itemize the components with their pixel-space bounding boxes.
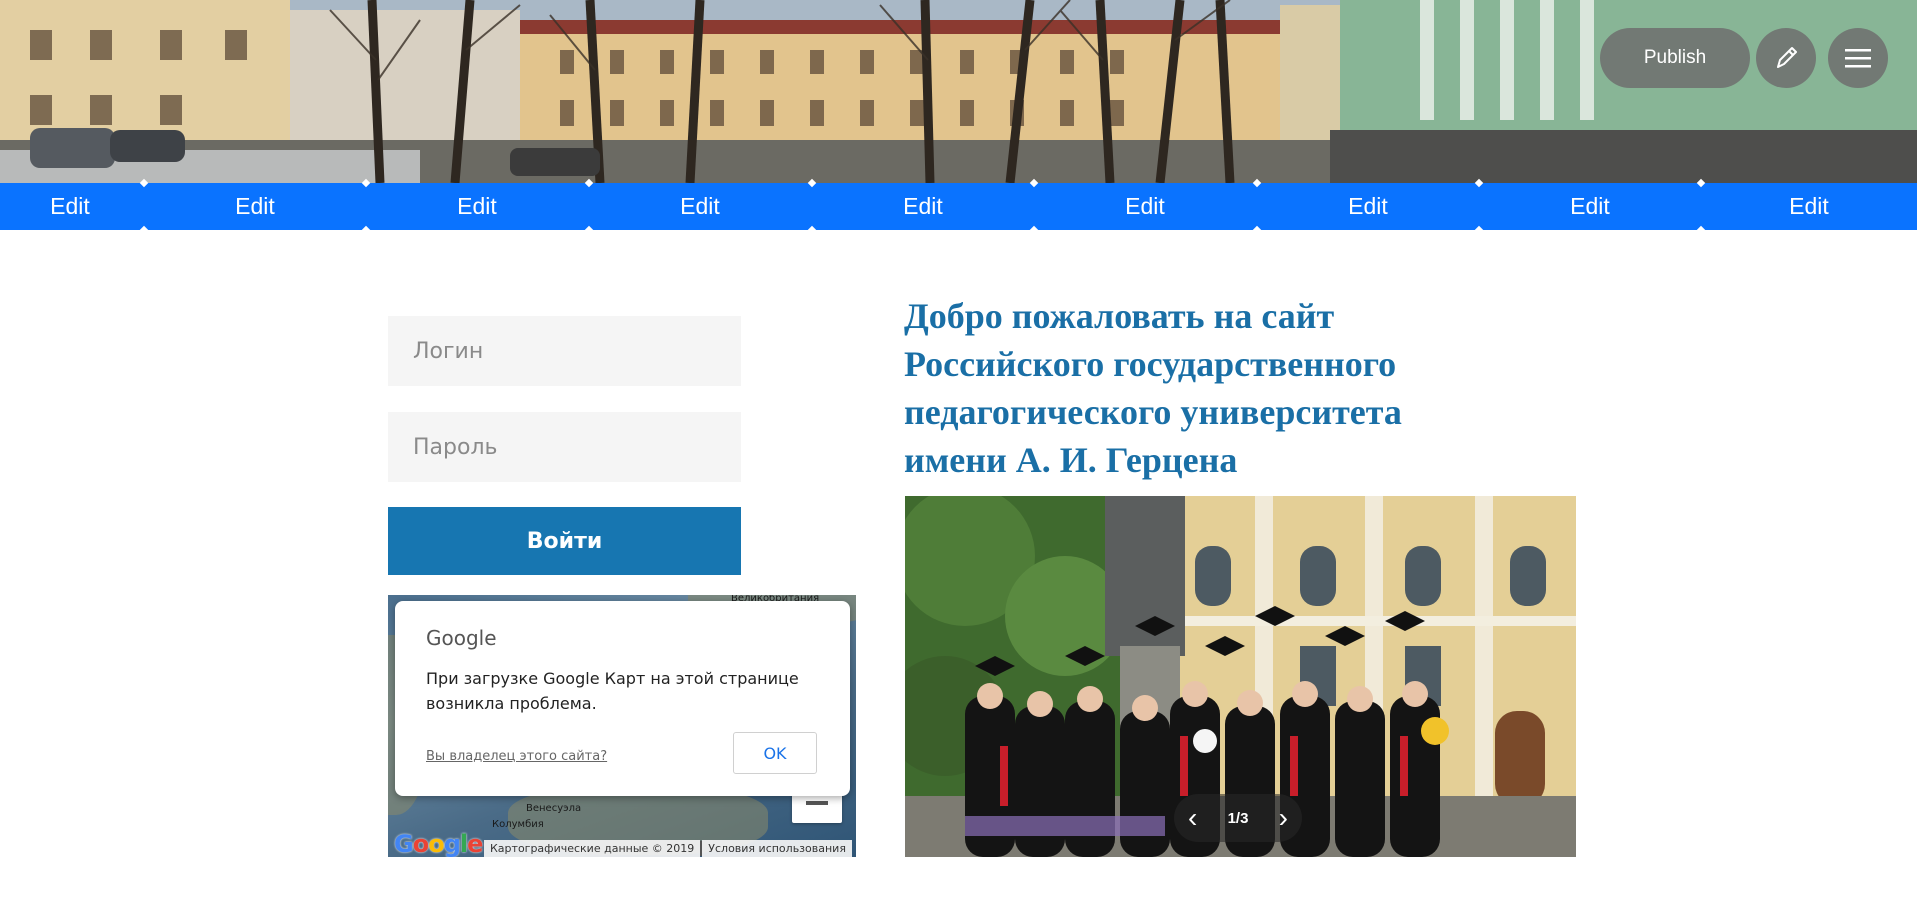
edit-strip: Edit Edit Edit Edit Edit Edit Edit Edit …: [0, 178, 1917, 235]
map-footer: Картографические данные © 2019 Условия и…: [484, 840, 852, 857]
edit-button-4[interactable]: Edit: [589, 183, 811, 230]
chevron-right-icon[interactable]: ›: [1279, 804, 1288, 832]
google-map-embed[interactable]: Великобритания Венесуэла Колумбия Google…: [388, 595, 856, 857]
edit-button-5[interactable]: Edit: [812, 183, 1034, 230]
welcome-heading: Добро пожаловать на сайт Российского гос…: [904, 296, 1402, 480]
pencil-icon: [1777, 47, 1797, 68]
chevron-left-icon[interactable]: ‹: [1188, 804, 1197, 832]
minus-icon: [806, 801, 828, 805]
google-logo: Google: [394, 830, 483, 857]
slide-counter: 1/3: [1227, 809, 1249, 827]
google-brand-text: Google: [426, 626, 497, 650]
publish-button[interactable]: Publish: [1600, 28, 1750, 88]
edit-button-9[interactable]: Edit: [1701, 183, 1917, 230]
map-error-message: При загрузке Google Карт на этой страниц…: [426, 669, 799, 713]
edit-button-3[interactable]: Edit: [366, 183, 588, 230]
site-owner-link[interactable]: Вы владелец этого сайта?: [426, 749, 607, 764]
edit-button-2[interactable]: Edit: [144, 183, 366, 230]
login-input[interactable]: [388, 316, 741, 386]
edit-pencil-button[interactable]: [1756, 28, 1816, 88]
map-ok-button[interactable]: OK: [733, 732, 817, 774]
map-place-label: Колумбия: [492, 819, 544, 830]
map-place-label: Венесуэла: [526, 803, 582, 814]
slideshow-controls: ‹ 1/3 ›: [1174, 794, 1302, 842]
login-submit-button[interactable]: Войти: [388, 507, 741, 575]
edit-button-1[interactable]: Edit: [0, 183, 140, 230]
edit-button-7[interactable]: Edit: [1257, 183, 1479, 230]
menu-button[interactable]: [1828, 28, 1888, 88]
password-input[interactable]: [388, 412, 741, 482]
map-data-attribution: Картографические данные © 2019: [484, 840, 701, 857]
edit-button-8[interactable]: Edit: [1479, 183, 1701, 230]
hamburger-icon: [1845, 49, 1871, 68]
map-error-dialog: Google При загрузке Google Карт на этой …: [395, 601, 850, 796]
edit-button-6[interactable]: Edit: [1034, 183, 1256, 230]
map-terms-link[interactable]: Условия использования: [702, 840, 852, 857]
